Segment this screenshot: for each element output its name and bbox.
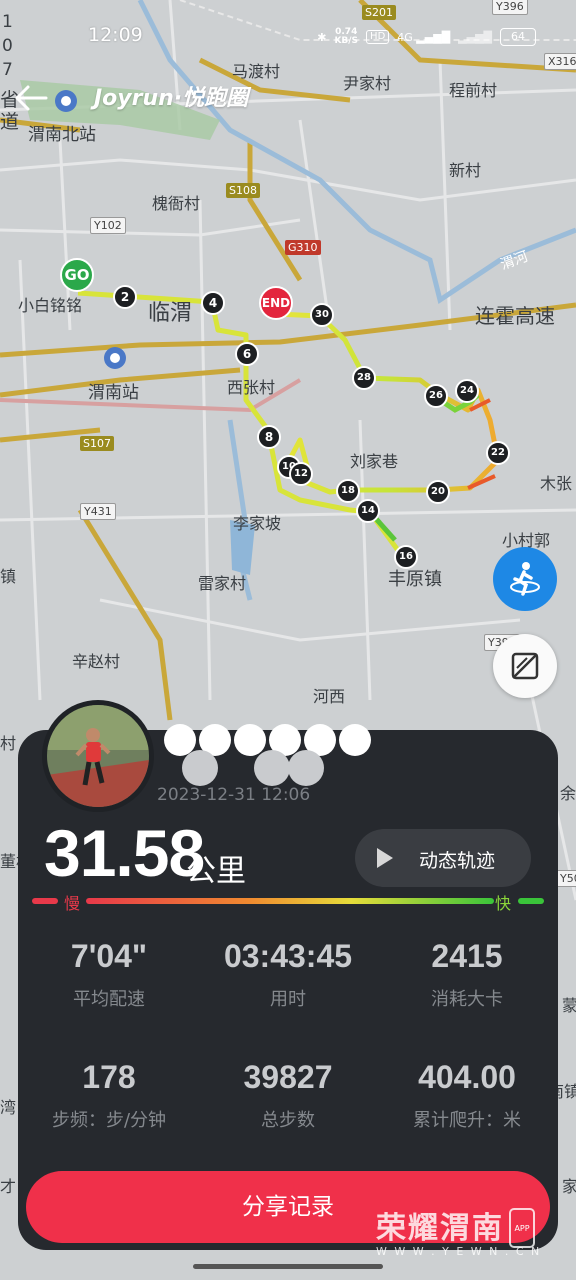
start-marker: GO: [60, 258, 94, 292]
road-badge: Y396: [492, 0, 528, 15]
stat-label: 累计爬升：米: [413, 1110, 521, 1131]
map-label: 才: [0, 1177, 17, 1196]
road-badge: S107: [80, 436, 114, 451]
road-badge: Y50: [556, 870, 576, 887]
map-label: 刘家巷: [350, 452, 399, 471]
map-view-button[interactable]: [493, 634, 557, 698]
net-speed: 0.74 KB/S: [334, 27, 359, 46]
header: Joyrun·悦跑圈: [0, 74, 576, 118]
run-mode-button[interactable]: [493, 547, 557, 611]
status-time: 12:09: [88, 24, 143, 46]
map-label: 镇: [0, 567, 17, 586]
km-marker: 4: [201, 291, 225, 315]
stat-label: 消耗大卡: [431, 989, 503, 1010]
stat-value: 39827: [243, 1059, 333, 1095]
stat-label: 总步数: [261, 1110, 315, 1131]
bluetooth-icon: ✱: [317, 30, 327, 44]
km-marker: 18: [336, 479, 360, 503]
road-badge: G310: [285, 240, 321, 255]
km-marker: 16: [394, 545, 418, 569]
stat-cadence: 178 步频：步/分钟: [19, 1059, 199, 1132]
km-marker: 8: [257, 425, 281, 449]
arrow-left-icon: [15, 85, 48, 111]
stat-avg-pace: 7'04" 平均配速: [19, 938, 199, 1011]
road-badge: Y431: [80, 503, 116, 520]
distance-unit: 公里: [186, 854, 246, 889]
runner-icon: [510, 562, 540, 596]
stat-value: 178: [82, 1059, 136, 1095]
km-marker: 26: [424, 384, 448, 408]
map-label: 余: [560, 784, 576, 803]
runner-photo: [47, 705, 149, 807]
map-label: 槐衙村: [152, 194, 201, 213]
stat-label: 步频：步/分钟: [51, 1110, 167, 1131]
end-marker: END: [259, 286, 293, 320]
km-marker: 24: [455, 379, 479, 403]
hd-icon: HD: [366, 30, 390, 44]
play-icon: [377, 848, 393, 868]
map-label: 小白铭铭: [18, 296, 83, 315]
map-label: 蒙: [562, 996, 576, 1015]
map-label: 临渭: [148, 301, 193, 326]
stat-label: 用时: [270, 989, 306, 1010]
map-label: 丰原镇: [388, 569, 442, 590]
km-marker: 28: [352, 366, 376, 390]
road-badge: S201: [362, 5, 396, 20]
pace-fast-label: 快: [495, 894, 512, 913]
road-badge: S108: [226, 183, 260, 198]
km-marker: 30: [310, 303, 334, 327]
signal-icon: 4G ▂▄▆█: [397, 30, 451, 44]
pace-slow-label: 慢: [64, 894, 81, 913]
stat-label: 平均配速: [73, 989, 145, 1010]
km-marker: 2: [113, 285, 137, 309]
map-label: 李家坡: [233, 514, 282, 533]
dynamic-track-button[interactable]: 动态轨迹: [355, 829, 531, 887]
map-label: 雷家村: [198, 574, 247, 593]
dynamic-track-label: 动态轨迹: [419, 850, 496, 872]
map-label: 家: [562, 1177, 576, 1196]
status-icons: ✱ 0.74 KB/S HD 4G ▂▄▆█ ▂▄▆█ 64: [317, 28, 536, 46]
back-button[interactable]: [12, 78, 52, 118]
stat-value: 7'04": [70, 938, 148, 974]
battery-icon: 64: [500, 28, 536, 46]
username-blurred: [164, 724, 371, 786]
signal-2-icon: ▂▄▆█: [458, 30, 492, 44]
km-marker: 14: [356, 499, 380, 523]
km-marker: 12: [289, 462, 313, 486]
road-badge: Y102: [90, 217, 126, 234]
road-badge: X316: [544, 53, 576, 70]
map-label: 湾: [0, 1098, 17, 1117]
km-marker: 20: [426, 480, 450, 504]
stat-total-steps: 39827 总步数: [198, 1059, 378, 1132]
map-label: 新村: [449, 161, 482, 180]
stat-value: 03:43:45: [223, 938, 353, 974]
map-label: 河西: [313, 687, 346, 706]
stat-duration: 03:43:45 用时: [198, 938, 378, 1011]
home-indicator[interactable]: [193, 1264, 383, 1269]
map-label: 渭南北站: [28, 125, 96, 145]
map-label: 辛赵村: [72, 652, 121, 671]
status-bar: 12:09 ✱ 0.74 KB/S HD 4G ▂▄▆█ ▂▄▆█ 64: [0, 20, 576, 54]
km-marker: 6: [235, 342, 259, 366]
run-date: 2023-12-31 12:06: [157, 785, 311, 805]
km-marker: 22: [486, 441, 510, 465]
stat-value: 404.00: [418, 1059, 516, 1095]
crop-icon: [511, 652, 539, 680]
map-label: 渭南站: [88, 383, 139, 403]
map-label: 木张: [540, 474, 573, 493]
map-label: 村: [0, 734, 17, 753]
stat-elevation-gain: 404.00 累计爬升：米: [377, 1059, 557, 1132]
pace-gradient-bar: [32, 898, 544, 904]
watermark-app-icon: APP: [509, 1208, 535, 1248]
distance-value: 31.58: [44, 816, 205, 890]
app-brand: Joyrun·悦跑圈: [94, 86, 249, 111]
stat-value: 2415: [431, 938, 503, 974]
map-label: 西张村: [227, 378, 276, 397]
stat-calories: 2415 消耗大卡: [377, 938, 557, 1011]
avatar[interactable]: [42, 700, 154, 812]
map-label: 连霍高速: [475, 304, 555, 328]
